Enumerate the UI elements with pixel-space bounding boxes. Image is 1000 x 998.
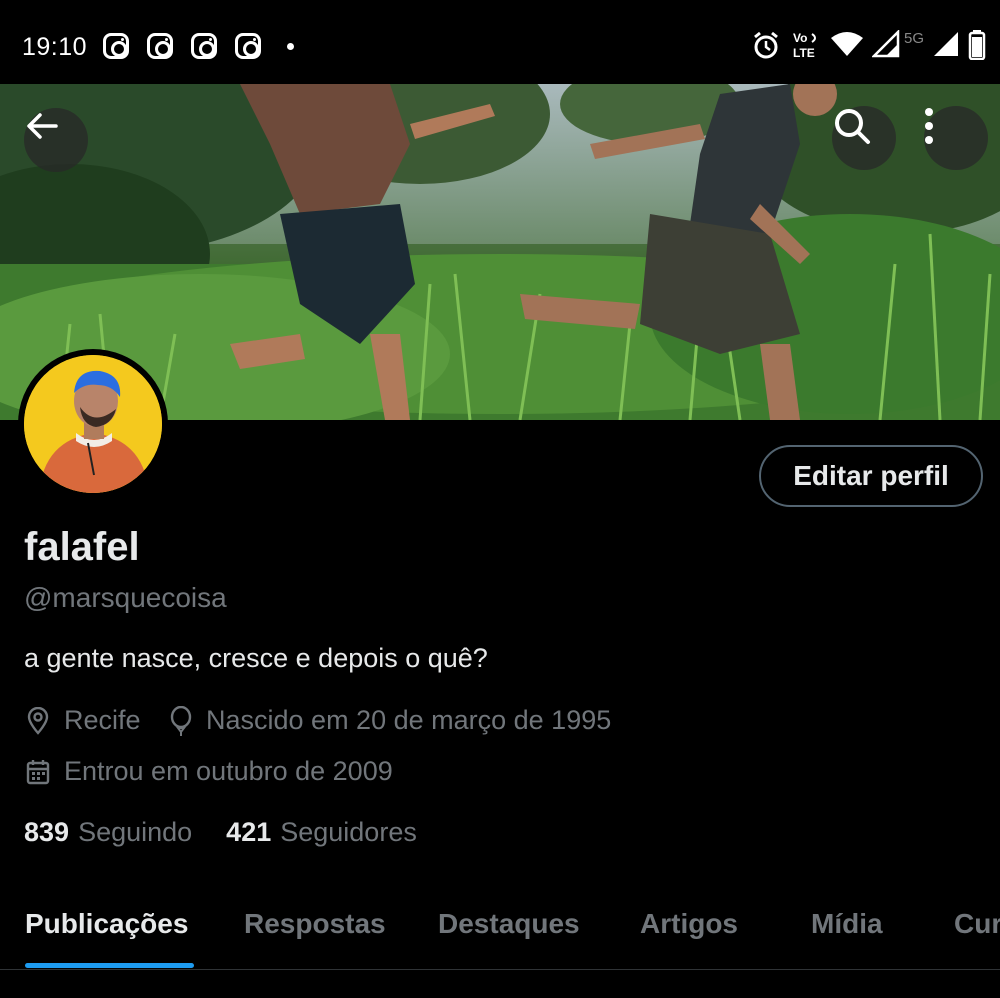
profile-tabs: Publicações Respostas Destaques Artigos … [0, 880, 1000, 970]
tab-likes[interactable]: Cur [954, 908, 1000, 940]
joined-text: Entrou em outubro de 2009 [64, 756, 393, 786]
edit-profile-button[interactable]: Editar perfil [759, 445, 983, 507]
follow-stats: 839 Seguindo 421 Seguidores [24, 817, 417, 848]
birth-text: Nascido em 20 de março de 1995 [206, 705, 612, 735]
arrow-left-icon [27, 113, 58, 139]
profile-banner[interactable] [0, 84, 1000, 420]
more-vertical-icon [925, 108, 933, 144]
tab-posts[interactable]: Publicações [25, 908, 188, 940]
followers-count: 421 [226, 817, 272, 847]
more-notifications-dot [287, 43, 294, 50]
svg-text:LTE: LTE [793, 46, 815, 60]
tab-media[interactable]: Mídia [811, 908, 883, 940]
instagram-icon [191, 33, 217, 59]
profile-handle: @marsquecoisa [24, 582, 227, 613]
profile-bio: a gente nasce, cresce e depois o quê? [24, 643, 488, 673]
status-bar: 19:10 Vo LTE 5G [0, 0, 1000, 84]
tab-articles[interactable]: Artigos [640, 908, 738, 940]
network-type: 5G [904, 30, 925, 47]
tab-replies[interactable]: Respostas [244, 908, 386, 940]
joined-info: Entrou em outubro de 2009 [26, 756, 393, 787]
following-label: Seguindo [78, 817, 193, 847]
status-time: 19:10 [22, 33, 88, 61]
volte-icon: Vo LTE [793, 31, 816, 60]
search-icon [835, 109, 870, 144]
instagram-icon [103, 33, 129, 59]
balloon-icon [170, 705, 192, 736]
svg-text:Vo: Vo [793, 31, 807, 45]
birth-info: Nascido em 20 de março de 1995 [170, 705, 611, 736]
following-count: 839 [24, 817, 70, 847]
back-button[interactable] [24, 108, 88, 172]
location-text: Recife [64, 705, 141, 735]
search-button[interactable] [832, 106, 896, 170]
signal-icon [934, 32, 958, 56]
instagram-icon [235, 33, 261, 59]
avatar-image [24, 355, 162, 493]
active-tab-indicator [25, 963, 194, 968]
signal-icon [872, 30, 900, 58]
more-options-button[interactable] [924, 106, 988, 170]
profile-name: falafel [24, 525, 140, 569]
tab-highlights[interactable]: Destaques [438, 908, 580, 940]
wifi-icon [831, 32, 863, 56]
following-link[interactable]: 839 Seguindo [24, 817, 192, 848]
instagram-icon [147, 33, 173, 59]
followers-label: Seguidores [280, 817, 417, 847]
alarm-icon [754, 31, 778, 59]
followers-link[interactable]: 421 Seguidores [226, 817, 417, 848]
location-pin-icon [27, 706, 49, 735]
profile-avatar[interactable] [18, 349, 168, 499]
battery-icon [968, 30, 986, 60]
location-info: Recife [26, 705, 141, 736]
calendar-icon [26, 759, 50, 784]
